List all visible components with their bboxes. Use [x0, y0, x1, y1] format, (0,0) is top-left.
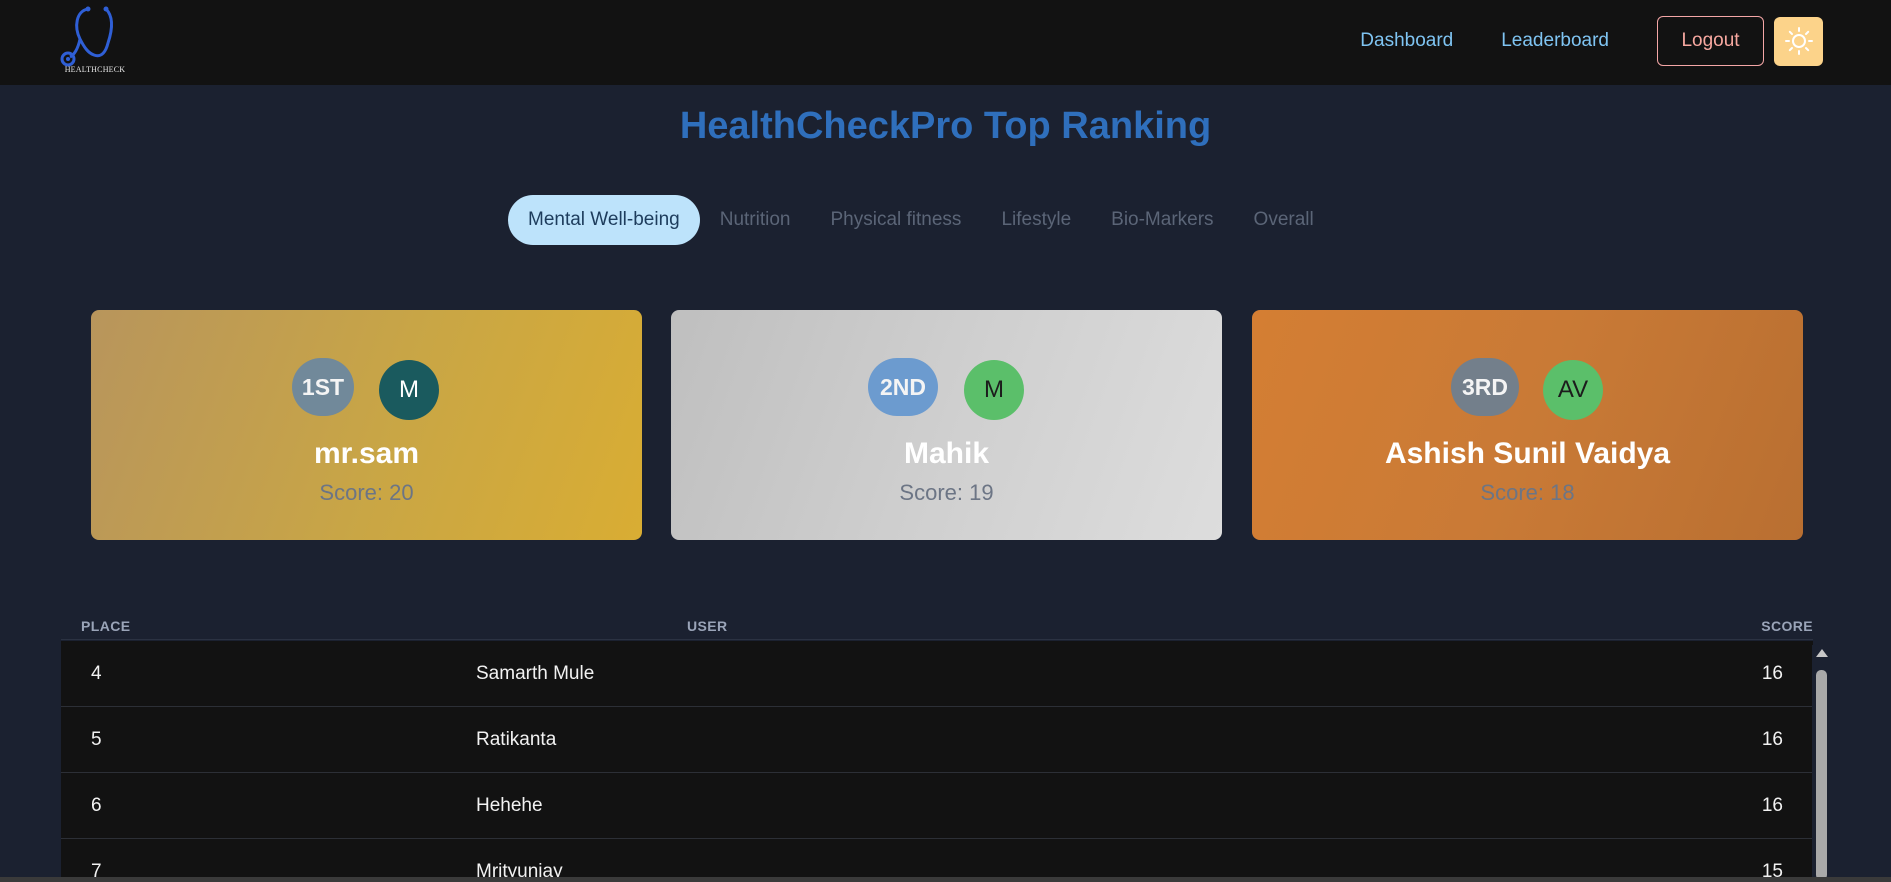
- avatar: M: [379, 360, 439, 420]
- avatar: M: [964, 360, 1024, 420]
- column-header-user: USER: [687, 618, 728, 634]
- row-place: 6: [91, 795, 102, 816]
- tab-bio-markers[interactable]: Bio-Markers: [1091, 195, 1233, 245]
- row-user: Ratikanta: [476, 729, 557, 750]
- page-title: HealthCheckPro Top Ranking: [679, 105, 1212, 147]
- podium-card-second: 2ND M Mahik Score: 19: [671, 310, 1222, 540]
- podium-score: Score: 19: [899, 480, 994, 505]
- logo-wordmark: HEALTHCHECK: [64, 65, 126, 74]
- tab-physical-fitness[interactable]: Physical fitness: [810, 195, 981, 245]
- nav-links: Dashboard Leaderboard Logout: [1360, 16, 1823, 66]
- row-user: Mrityunjay: [476, 861, 563, 877]
- row-user: Samarth Mule: [476, 663, 595, 684]
- table-row[interactable]: 7 Mrityunjay 15: [61, 839, 1813, 877]
- rank-badge: 3RD: [1451, 358, 1519, 416]
- leaderboard-table-header: PLACE USER SCORE: [61, 616, 1813, 640]
- tab-mental-well-being[interactable]: Mental Well-being: [508, 195, 700, 245]
- table-row[interactable]: 6 Hehehe 16: [61, 773, 1813, 839]
- podium-user-name: mr.sam: [313, 437, 420, 470]
- column-header-place: PLACE: [81, 618, 131, 634]
- rank-badge: 2ND: [868, 358, 938, 416]
- stethoscope-icon: [60, 6, 113, 67]
- scrollbar-thumb[interactable]: [1816, 670, 1827, 880]
- row-place: 4: [91, 663, 102, 684]
- tab-lifestyle[interactable]: Lifestyle: [981, 195, 1091, 245]
- healthcheck-logo[interactable]: HEALTHCHECK: [58, 3, 132, 75]
- avatar: AV: [1543, 360, 1603, 420]
- sun-icon: [1784, 27, 1813, 55]
- rank-badge: 1ST: [292, 358, 354, 416]
- podium-user-name: Mahik: [903, 437, 990, 470]
- table-row[interactable]: 5 Ratikanta 16: [61, 707, 1813, 773]
- scroll-up-arrow-icon[interactable]: [1816, 649, 1828, 657]
- row-place: 7: [91, 861, 102, 877]
- row-score: 16: [1761, 729, 1783, 750]
- tab-nutrition[interactable]: Nutrition: [700, 195, 811, 245]
- row-score: 16: [1761, 795, 1783, 816]
- table-row[interactable]: 4 Samarth Mule 16: [61, 641, 1813, 707]
- window-bottom-edge: [0, 877, 1891, 882]
- row-user: Hehehe: [476, 795, 543, 816]
- row-score: 15: [1761, 861, 1783, 877]
- podium-card-first: 1ST M mr.sam Score: 20: [91, 310, 642, 540]
- table-scrollbar[interactable]: [1812, 645, 1831, 880]
- podium-user-name: Ashish Sunil Vaidya: [1384, 437, 1671, 470]
- nav-leaderboard-link[interactable]: Leaderboard: [1501, 30, 1609, 52]
- podium-score: Score: 18: [1480, 480, 1575, 505]
- podium-card-third: 3RD AV Ashish Sunil Vaidya Score: 18: [1252, 310, 1803, 540]
- tab-overall[interactable]: Overall: [1234, 195, 1334, 245]
- nav-dashboard-link[interactable]: Dashboard: [1360, 30, 1453, 52]
- row-place: 5: [91, 729, 102, 750]
- logout-button[interactable]: Logout: [1657, 16, 1764, 66]
- top-navbar: HEALTHCHECK Dashboard Leaderboard Logout: [0, 0, 1891, 85]
- category-tabs: Mental Well-being Nutrition Physical fit…: [508, 195, 1334, 245]
- podium-score: Score: 20: [319, 480, 414, 505]
- row-score: 16: [1761, 663, 1783, 684]
- column-header-score: SCORE: [1761, 618, 1813, 634]
- leaderboard-table-body[interactable]: 4 Samarth Mule 16 5 Ratikanta 16 6 Heheh…: [61, 641, 1813, 877]
- theme-toggle-button[interactable]: [1774, 16, 1823, 66]
